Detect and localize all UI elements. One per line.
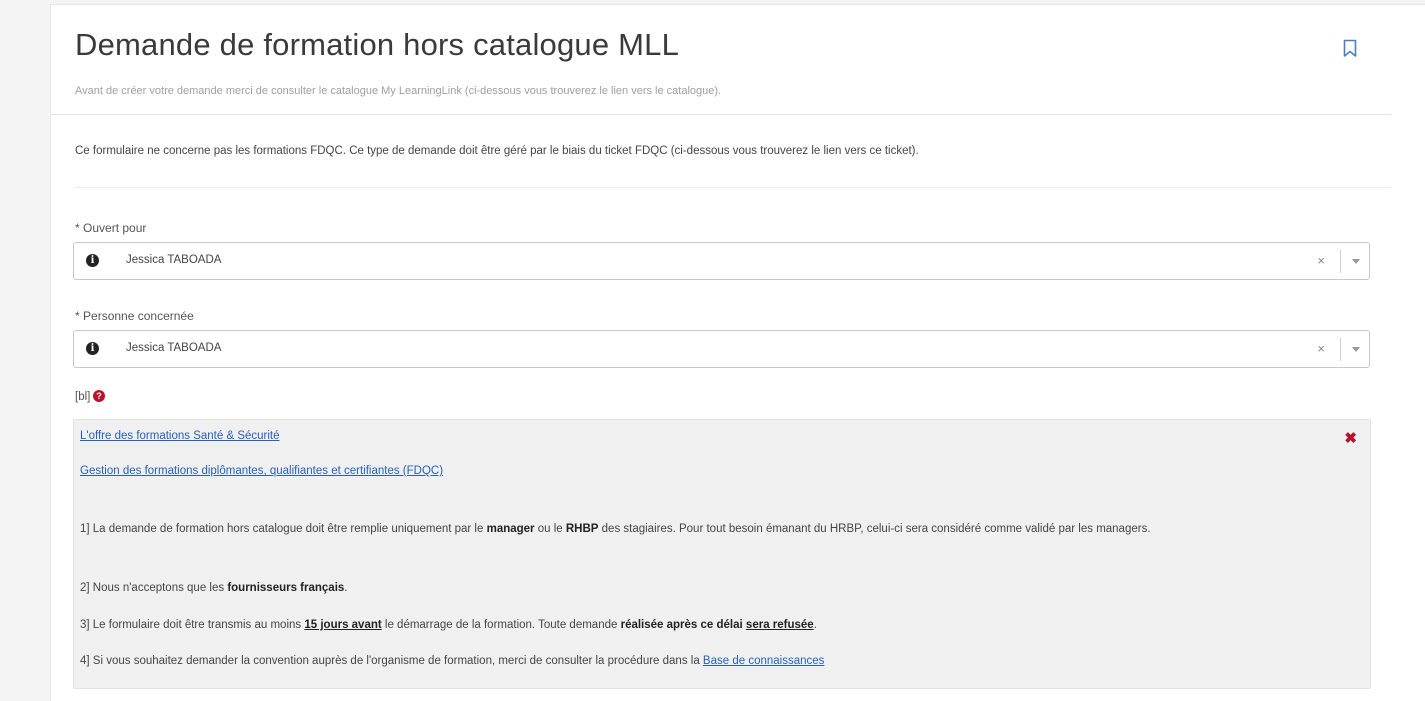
rule-3: 3] Le formulaire doit être transmis au m…: [80, 614, 1340, 636]
bl-label: [bl]: [75, 391, 91, 403]
rule-3-end: .: [813, 619, 817, 631]
rule-2-end: .: [344, 582, 348, 594]
form-header: Demande de formation hors catalogue MLL …: [51, 5, 1391, 115]
select-divider: [1340, 249, 1341, 273]
rule-1-rhbp: RHBP: [565, 523, 599, 535]
rule-2-text: 2] Nous n'acceptons que les: [80, 582, 228, 594]
opened-for-select[interactable]: i Jessica TABOADA ×: [73, 242, 1370, 280]
person-concerned-label: * Personne concernée: [75, 309, 194, 323]
opened-for-label: * Ouvert pour: [75, 221, 146, 235]
chevron-down-icon[interactable]: [1352, 259, 1360, 264]
select-divider: [1340, 337, 1341, 361]
info-icon[interactable]: i: [86, 254, 99, 267]
chevron-down-icon[interactable]: [1352, 347, 1360, 352]
rule-2: 2] Nous n'acceptons que les fournisseurs…: [80, 577, 1340, 599]
rule-1: 1] La demande de formation hors catalogu…: [80, 518, 1340, 540]
person-concerned-label-text: Personne concernée: [83, 309, 194, 323]
divider: [75, 187, 1391, 188]
person-concerned-value: Jessica TABOADA: [126, 342, 222, 354]
rule-1-text: 1] La demande de formation hors catalogu…: [80, 523, 487, 535]
form-card: Demande de formation hors catalogue MLL …: [50, 4, 1425, 701]
health-safety-training-link[interactable]: L'offre des formations Santé & Sécurité: [80, 430, 280, 442]
rule-4-text: 4] Si vous souhaitez demander la convent…: [80, 655, 703, 667]
clear-icon[interactable]: ×: [1317, 253, 1325, 268]
page-title: Demande de formation hors catalogue MLL: [75, 27, 680, 62]
rule-3-refused: sera refusée: [745, 619, 814, 631]
fdqc-management-link[interactable]: Gestion des formations diplômantes, qual…: [80, 465, 443, 477]
rule-1-text-or: ou le: [534, 523, 566, 535]
rule-3-late: réalisée après ce délai: [620, 619, 743, 631]
required-mark: *: [75, 309, 80, 323]
rule-3-deadline: 15 jours avant: [304, 619, 382, 631]
opened-for-label-text: Ouvert pour: [83, 221, 147, 235]
rule-2-bold: fournisseurs français: [227, 582, 345, 594]
intro-text: Ce formulaire ne concerne pas les format…: [75, 145, 919, 157]
close-icon[interactable]: ✖: [1344, 429, 1357, 447]
clear-icon[interactable]: ×: [1317, 341, 1325, 356]
person-concerned-select[interactable]: i Jessica TABOADA ×: [73, 330, 1370, 368]
rule-1-manager: manager: [486, 523, 535, 535]
rule-4: 4] Si vous souhaitez demander la convent…: [80, 650, 1340, 672]
bookmark-icon[interactable]: [1343, 39, 1357, 58]
help-icon[interactable]: ?: [93, 390, 105, 402]
rule-3-text: 3] Le formulaire doit être transmis au m…: [80, 619, 305, 631]
info-notice: ✖ L'offre des formations Santé & Sécurit…: [73, 419, 1371, 689]
info-icon[interactable]: i: [86, 342, 99, 355]
page-subtitle: Avant de créer votre demande merci de co…: [75, 85, 722, 97]
knowledge-base-link[interactable]: Base de connaissances: [703, 655, 824, 667]
required-mark: *: [75, 221, 80, 235]
rule-1-text-end: des stagiaires. Pour tout besoin émanant…: [598, 523, 1151, 535]
opened-for-value: Jessica TABOADA: [126, 254, 222, 266]
rule-3-text-mid: le démarrage de la formation. Toute dema…: [381, 619, 621, 631]
